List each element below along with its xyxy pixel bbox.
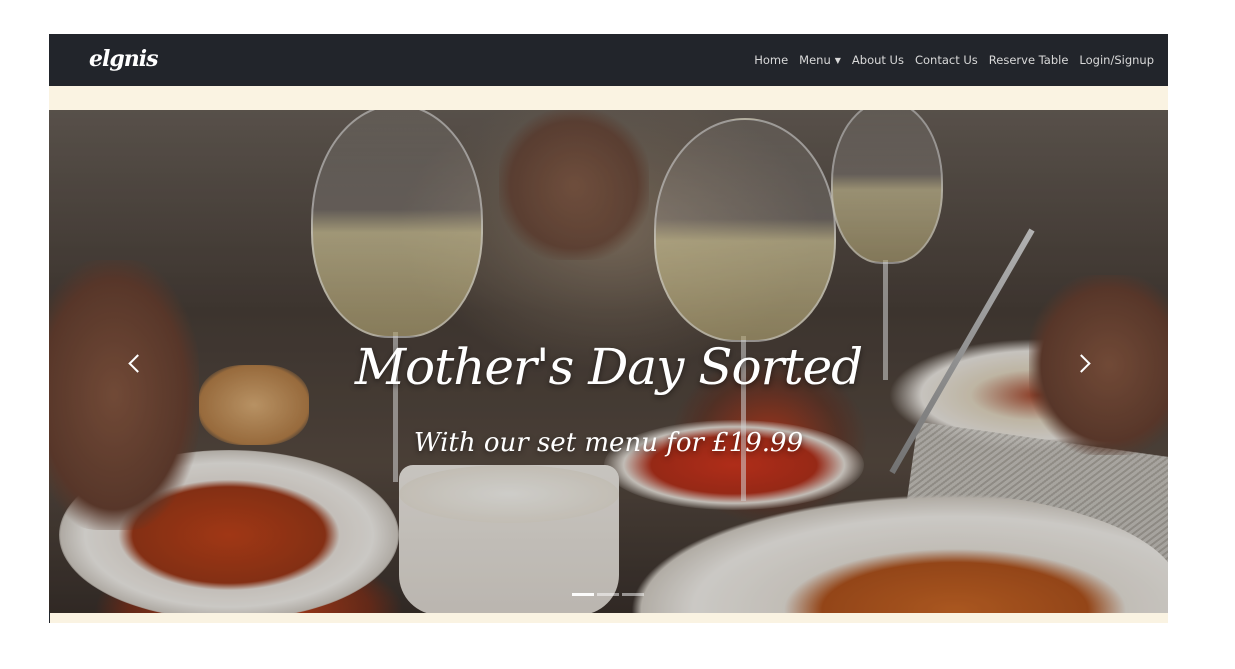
carousel-caption-subtitle: With our set menu for £19.99 <box>413 428 804 458</box>
carousel-indicator-1[interactable] <box>572 593 594 596</box>
hero-carousel: Mother's Day Sorted With our set menu fo… <box>49 110 1168 613</box>
nav-links: Home Menu ▼ About Us Contact Us Reserve T… <box>754 34 1154 86</box>
carousel-indicator-3[interactable] <box>622 593 644 596</box>
nav-item-contact-us[interactable]: Contact Us <box>915 53 978 67</box>
carousel-caption-title: Mother's Day Sorted <box>354 338 863 396</box>
carousel-next-button[interactable] <box>1069 343 1099 383</box>
carousel-indicators <box>572 593 644 596</box>
nav-item-login-signup[interactable]: Login/Signup <box>1079 53 1154 67</box>
page-frame: elgnis Home Menu ▼ About Us Contact Us Re… <box>49 34 1168 623</box>
cream-divider <box>49 86 1168 110</box>
nav-item-home[interactable]: Home <box>754 53 788 67</box>
frame-edge <box>49 611 50 623</box>
nav-item-reserve-table[interactable]: Reserve Table <box>989 53 1069 67</box>
carousel-prev-button[interactable] <box>119 343 149 383</box>
nav-item-menu[interactable]: Menu ▼ <box>799 53 841 67</box>
carousel-indicator-2[interactable] <box>597 593 619 596</box>
brand-logo[interactable]: elgnis <box>89 46 158 72</box>
chevron-left-icon <box>127 353 147 373</box>
caret-down-icon: ▼ <box>834 56 841 65</box>
nav-item-about-us[interactable]: About Us <box>852 53 904 67</box>
chevron-right-icon <box>1071 353 1091 373</box>
navbar: elgnis Home Menu ▼ About Us Contact Us Re… <box>49 34 1168 86</box>
cream-divider-bottom <box>49 613 1168 623</box>
nav-item-menu-label: Menu <box>799 53 831 67</box>
